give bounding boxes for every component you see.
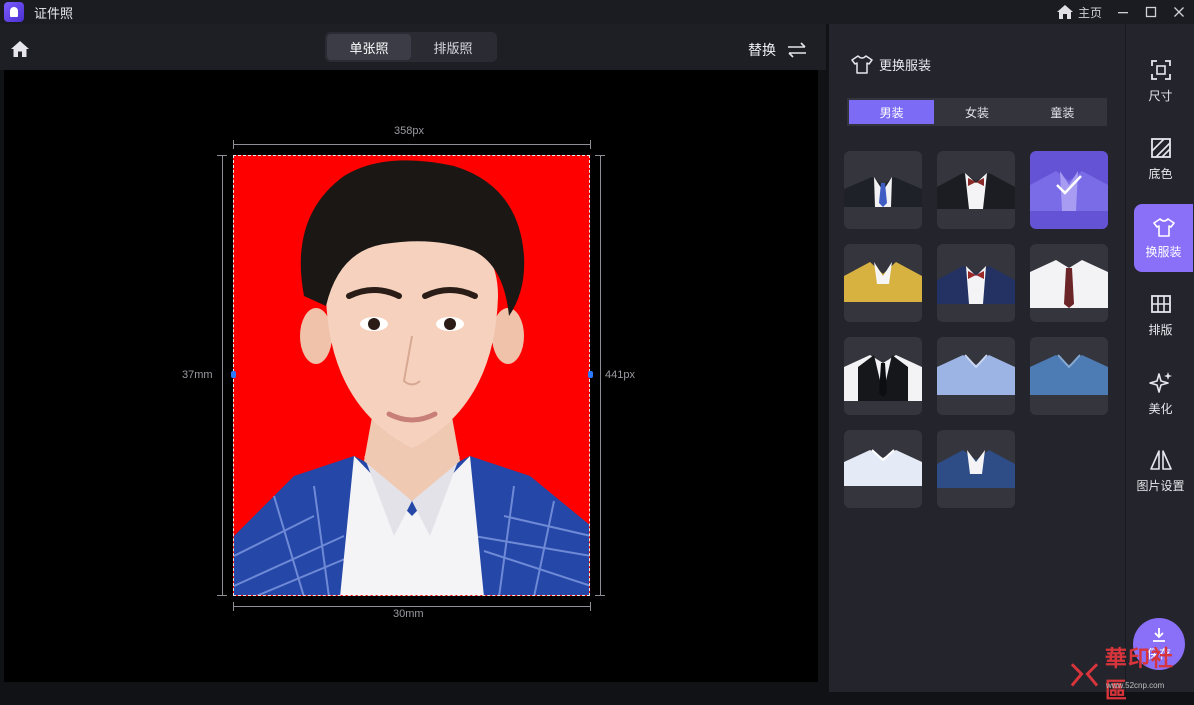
crop-icon bbox=[1150, 59, 1171, 80]
clothes-item-white-shirt-tie[interactable] bbox=[1030, 244, 1108, 322]
width-px-label: 358px bbox=[394, 125, 424, 137]
tab-single-photo[interactable]: 单张照 bbox=[327, 34, 411, 60]
replace-label: 替换 bbox=[748, 42, 776, 58]
tab-women[interactable]: 女装 bbox=[934, 100, 1019, 124]
background-color-icon bbox=[1150, 137, 1171, 158]
close-icon bbox=[1174, 7, 1184, 17]
replace-button[interactable]: 替换 bbox=[748, 40, 808, 60]
clothes-panel-title: 更换服装 bbox=[879, 57, 932, 73]
watermark-logo-icon bbox=[1070, 662, 1099, 687]
watermark-text: 華印社區 bbox=[1104, 645, 1174, 704]
app-logo-icon bbox=[4, 2, 24, 22]
shirt-icon bbox=[1152, 217, 1175, 237]
nav-size[interactable]: 尺寸 bbox=[1126, 48, 1194, 114]
nav-image-settings[interactable]: 图片设置 bbox=[1126, 438, 1194, 504]
home-button[interactable] bbox=[10, 39, 30, 59]
shirt-thumbnail bbox=[844, 449, 922, 486]
dim-tick bbox=[233, 140, 234, 149]
suit-thumbnail bbox=[937, 266, 1015, 304]
blazer-thumbnail bbox=[937, 450, 1015, 488]
dim-tick bbox=[595, 595, 605, 596]
dim-tick bbox=[595, 155, 605, 156]
dim-tick bbox=[590, 602, 591, 611]
resize-handle-left[interactable] bbox=[231, 371, 236, 378]
home-icon bbox=[1056, 5, 1073, 19]
swap-icon bbox=[788, 42, 806, 58]
clothes-item-light-blue-shirt[interactable] bbox=[937, 337, 1015, 415]
clothes-item-black-suit-blue-tie[interactable] bbox=[844, 151, 922, 229]
dim-tick bbox=[217, 595, 227, 596]
dim-tick bbox=[233, 602, 234, 611]
layout-grid-icon bbox=[1150, 294, 1171, 313]
clothes-item-black-suit-bowtie[interactable] bbox=[937, 151, 1015, 229]
home-label: 主页 bbox=[1077, 5, 1102, 20]
vest-thumbnail bbox=[844, 355, 922, 401]
nav-size-label: 尺寸 bbox=[1148, 88, 1173, 103]
photo-canvas: 358px 37mm 441px 30mm bbox=[4, 70, 818, 682]
title-bar: 证件照 主页 bbox=[0, 0, 1194, 24]
maximize-icon bbox=[1145, 6, 1157, 18]
tab-men[interactable]: 男装 bbox=[849, 100, 935, 124]
height-mm-label: 37mm bbox=[182, 369, 213, 381]
image-settings-icon bbox=[1149, 449, 1172, 470]
clothes-item-black-vest-tie[interactable] bbox=[844, 337, 922, 415]
clothes-item-white-shirt[interactable] bbox=[844, 430, 922, 508]
height-px-label: 441px bbox=[605, 369, 635, 381]
clothes-item-yellow-jacket[interactable] bbox=[844, 244, 922, 322]
suit-thumbnail bbox=[844, 177, 922, 207]
sparkle-icon bbox=[1148, 371, 1172, 393]
clothes-category-tabs: 男装 女装 童装 bbox=[847, 98, 1107, 126]
clothes-panel: 更换服装 男装 女装 童装 bbox=[829, 24, 1125, 692]
nav-background-color[interactable]: 底色 bbox=[1126, 126, 1194, 192]
nav-layout[interactable]: 排版 bbox=[1126, 282, 1194, 348]
close-button[interactable] bbox=[1172, 5, 1186, 19]
shirt-thumbnail bbox=[1030, 260, 1108, 308]
mode-tabs: 单张照 排版照 bbox=[325, 32, 497, 62]
nav-change-clothes[interactable]: 换服装 bbox=[1134, 204, 1193, 272]
window-title: 证件照 bbox=[34, 5, 74, 21]
clothes-item-blue-suit-selected[interactable] bbox=[1030, 151, 1108, 229]
shirt-icon bbox=[851, 55, 873, 74]
tab-children[interactable]: 童装 bbox=[1020, 100, 1105, 124]
watermark: 華印社區 www.52cnp.com bbox=[1068, 646, 1194, 704]
nav-background-color-label: 底色 bbox=[1148, 166, 1173, 181]
dim-tick bbox=[217, 155, 227, 156]
suit-thumbnail bbox=[937, 173, 1015, 209]
resize-handle-right[interactable] bbox=[588, 371, 593, 378]
width-top-line bbox=[233, 144, 591, 145]
id-photo[interactable] bbox=[233, 155, 590, 596]
minimize-icon bbox=[1118, 12, 1128, 14]
home-link[interactable]: 主页 bbox=[1056, 4, 1102, 21]
height-right-line bbox=[600, 155, 601, 596]
side-navigation: 尺寸 底色 换服装 排版 美化 图片设置 bbox=[1125, 24, 1194, 692]
clothes-item-blue-blazer[interactable] bbox=[937, 430, 1015, 508]
home-icon bbox=[11, 41, 29, 57]
check-icon bbox=[1056, 175, 1082, 195]
maximize-button[interactable] bbox=[1144, 5, 1158, 19]
nav-change-clothes-label: 换服装 bbox=[1145, 244, 1182, 259]
clothes-item-denim-shirt[interactable] bbox=[1030, 337, 1108, 415]
shirt-thumbnail bbox=[937, 354, 1015, 395]
nav-beautify-label: 美化 bbox=[1148, 401, 1173, 416]
nav-image-settings-label: 图片设置 bbox=[1136, 478, 1185, 493]
width-mm-label: 30mm bbox=[393, 608, 424, 620]
clothes-panel-header: 更换服装 bbox=[851, 54, 931, 74]
width-bottom-line bbox=[233, 606, 591, 607]
shirt-thumbnail bbox=[1030, 354, 1108, 395]
minimize-button[interactable] bbox=[1116, 5, 1130, 19]
height-left-line bbox=[222, 155, 223, 596]
portrait-illustration bbox=[234, 160, 589, 595]
clothes-grid bbox=[844, 151, 1114, 508]
jacket-thumbnail bbox=[844, 262, 922, 302]
editor-toolbar: 单张照 排版照 替换 bbox=[0, 24, 826, 70]
dim-tick bbox=[590, 140, 591, 149]
nav-layout-label: 排版 bbox=[1148, 322, 1173, 337]
nav-beautify[interactable]: 美化 bbox=[1126, 360, 1194, 426]
clothes-item-navy-suit-bowtie[interactable] bbox=[937, 244, 1015, 322]
watermark-url: www.52cnp.com bbox=[1106, 681, 1165, 690]
tab-layout-photo[interactable]: 排版照 bbox=[411, 34, 495, 60]
